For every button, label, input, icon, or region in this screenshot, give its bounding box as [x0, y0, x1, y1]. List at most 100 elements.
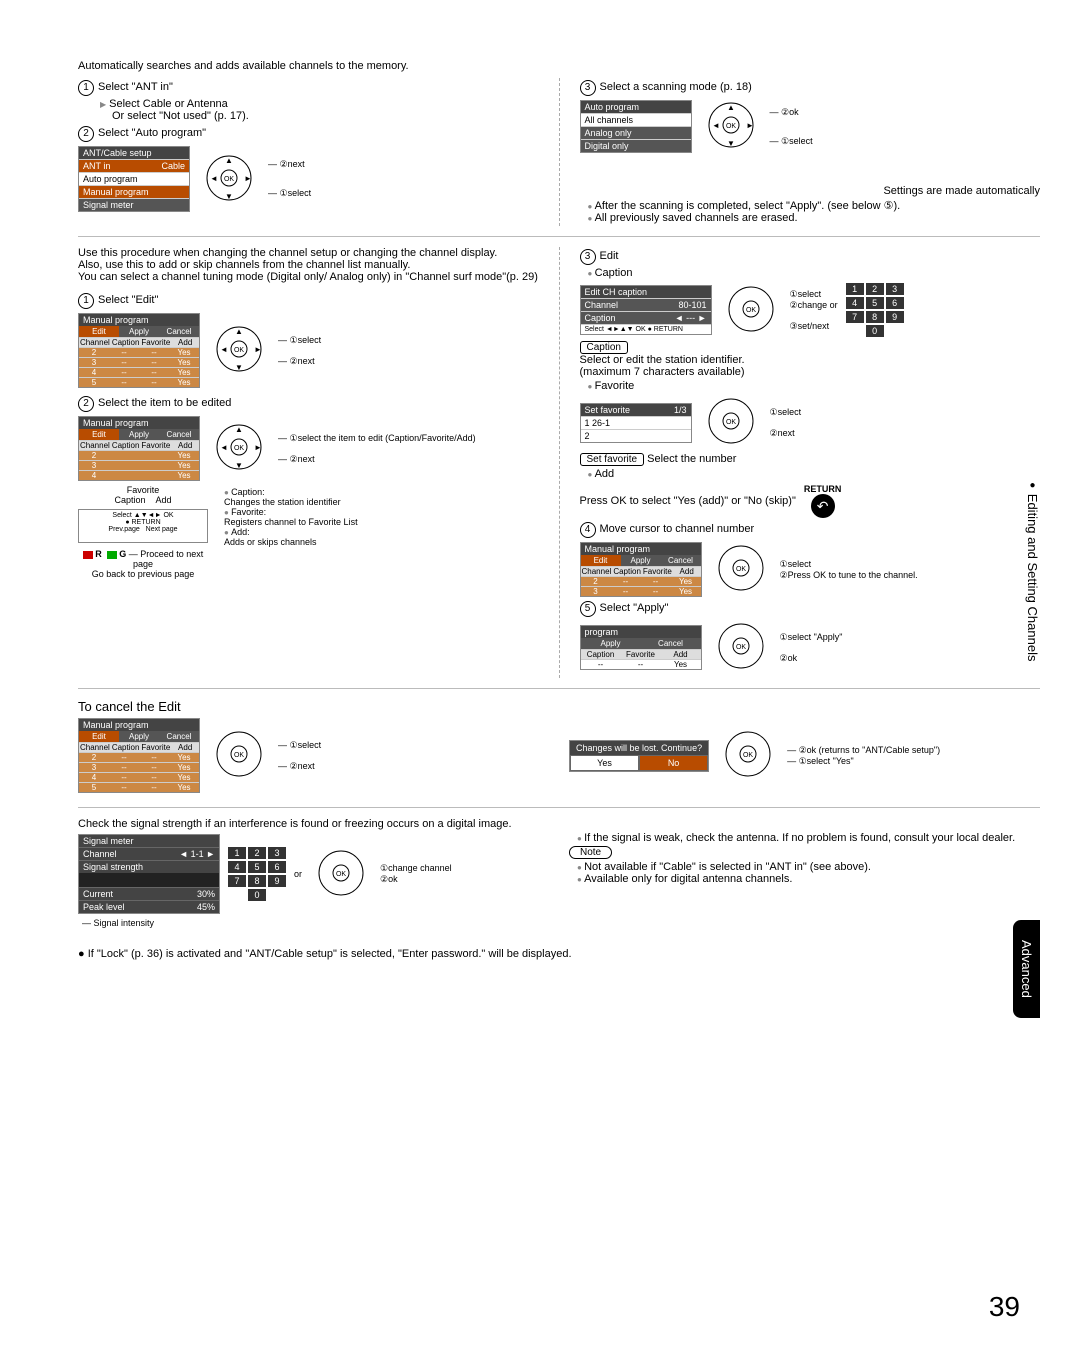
svg-text:OK: OK [745, 307, 755, 314]
svg-text:OK: OK [725, 419, 735, 426]
edit-ch-caption-box: Edit CH caption Channel80-101 Caption◄ -… [580, 285, 712, 335]
manual-program-table-2: Manual program EditApplyCancel ChannelCa… [78, 416, 200, 481]
m1-title: Select "Edit" [98, 294, 158, 306]
cancel-table: Manual program EditApplyCancel ChannelCa… [78, 718, 200, 793]
auto-program-menu: Auto program All channels Analog only Di… [580, 100, 692, 153]
caption-pill: Caption [580, 341, 628, 354]
remote-dpad-icon: OK [706, 396, 756, 449]
step1-sub2: Or select "Not used" (p. 17). [112, 110, 539, 122]
svg-text:◄: ◄ [220, 345, 228, 354]
manual-program-table: Manual program EditApplyCancel ChannelCa… [78, 313, 200, 388]
after-scan-b2: All previously saved channels are erased… [588, 212, 1041, 224]
arrow-icon [100, 98, 109, 110]
remote-dpad-icon: OK ▲ ▼ ◄ ► [214, 324, 264, 377]
remote-dpad-icon: OK ▲ ▼ ◄ ► [706, 100, 756, 153]
svg-text:OK: OK [234, 347, 244, 354]
svg-text:OK: OK [336, 871, 346, 878]
step-3: 3 [580, 80, 596, 96]
e5-title: Select "Apply" [600, 602, 669, 614]
setfav-desc: Select the number [647, 453, 736, 465]
step1-sub1: Select Cable or Antenna [109, 98, 228, 110]
remote-dpad-icon: OK [716, 621, 766, 674]
caption-label: Caption [114, 495, 145, 505]
nav-select-label: select [288, 188, 312, 198]
step-2: 2 [78, 126, 94, 142]
svg-text:▲: ▲ [225, 156, 233, 165]
svg-text:▼: ▼ [225, 192, 233, 201]
svg-text:►: ► [254, 345, 262, 354]
signal-b1: If the signal is weak, check the antenna… [577, 832, 1040, 844]
svg-text:►: ► [746, 121, 754, 130]
manual-program-table-3: Manual program EditApplyCancel ChannelCa… [580, 542, 702, 597]
e3-caption: Caption [588, 267, 1041, 279]
note-pill: Note [569, 846, 612, 859]
svg-text:▼: ▼ [727, 139, 735, 148]
ant-cable-menu: ANT/Cable setup ANT inCable Auto program… [78, 146, 190, 212]
signal-b3: Available only for digital antenna chann… [577, 873, 1040, 885]
svg-text:OK: OK [224, 176, 234, 183]
step2-title: Select "Auto program" [98, 127, 206, 139]
red-button-icon [83, 551, 93, 559]
manual-intro-1: Use this procedure when changing the cha… [78, 247, 539, 259]
nav-next-label: next [288, 159, 305, 169]
svg-text:◄: ◄ [220, 443, 228, 452]
caption-desc2: (maximum 7 characters available) [580, 366, 1041, 378]
set-favorite-box: Set favorite 1/3 1 26-1 2 [580, 403, 692, 443]
svg-text:OK: OK [735, 644, 745, 651]
remote-dpad-icon: OK ▲ ▼ ◄ ► [214, 422, 264, 475]
remote-dpad-icon: OK [716, 543, 766, 596]
svg-text:▲: ▲ [235, 425, 243, 434]
auto-settings-text: Settings are made automatically [580, 185, 1041, 197]
svg-text:OK: OK [743, 752, 753, 759]
svg-text:◄: ◄ [210, 174, 218, 183]
remote-dpad-icon: OK [214, 729, 264, 782]
footnote: If "Lock" (p. 36) is activated and "ANT/… [88, 948, 572, 960]
setfav-pill: Set favorite [580, 453, 645, 466]
goback-text: Go back to previous page [78, 569, 208, 579]
svg-text:▼: ▼ [235, 363, 243, 372]
e3-title: Edit [600, 250, 619, 262]
caption-desc1: Select or edit the station identifier. [580, 354, 1041, 366]
svg-text:►: ► [254, 443, 262, 452]
manual-intro-2: Also, use this to add or skip channels f… [78, 259, 539, 271]
svg-text:▼: ▼ [235, 461, 243, 470]
green-button-icon [107, 551, 117, 559]
svg-text:►: ► [244, 174, 252, 183]
return-label: RETURN [804, 484, 842, 494]
add-label: Add [156, 495, 172, 505]
side-tab-editing: Editing and Setting Channels [1025, 480, 1040, 661]
manual-intro-3: You can select a channel tuning mode (Di… [78, 271, 539, 283]
confirm-dialog: Changes will be lost. Continue? YesNo [569, 740, 709, 772]
svg-text:◄: ◄ [712, 121, 720, 130]
favorite-label: Favorite [78, 485, 208, 495]
signal-intensity-label: Signal intensity [94, 918, 155, 928]
svg-text:OK: OK [725, 123, 735, 130]
step3-title: Select a scanning mode (p. 18) [600, 81, 752, 93]
remote-dpad-icon: OK ▲ ▼ ◄ ► [204, 153, 254, 206]
after-scan-b1: After the scanning is completed, select … [588, 199, 1041, 212]
svg-text:OK: OK [234, 752, 244, 759]
keypad: 123 456 789 0 [846, 283, 904, 337]
svg-text:OK: OK [234, 445, 244, 452]
add-label: Add [588, 468, 1041, 480]
svg-text:▲: ▲ [727, 103, 735, 112]
step1-title: Select "ANT in" [98, 81, 173, 93]
side-tab-advanced: Advanced [1013, 920, 1040, 1018]
signal-b2: Not available if "Cable" is selected in … [577, 861, 1040, 873]
add-desc: Press OK to select "Yes (add)" or "No (s… [580, 495, 796, 507]
remote-dpad-icon: OK [726, 284, 776, 337]
page-number: 39 [989, 1291, 1020, 1323]
intro-text: Automatically searches and adds availabl… [78, 60, 1040, 72]
return-icon: ↶ [811, 494, 835, 518]
remote-dpad-icon: OK [316, 848, 366, 901]
cancel-title: To cancel the Edit [78, 699, 1040, 714]
keypad: 123 456 789 0 [228, 847, 286, 901]
svg-text:▲: ▲ [235, 327, 243, 336]
m2-title: Select the item to be edited [98, 397, 231, 409]
e4-title: Move cursor to channel number [600, 523, 755, 535]
remote-dpad-icon: OK [723, 729, 773, 782]
signal-meter-box: Signal meter Channel◄ 1-1 ► Signal stren… [78, 834, 220, 914]
step-1: 1 [78, 80, 94, 96]
signal-intro: Check the signal strength if an interfer… [78, 818, 1040, 830]
menu-title: ANT/Cable setup [79, 147, 189, 159]
